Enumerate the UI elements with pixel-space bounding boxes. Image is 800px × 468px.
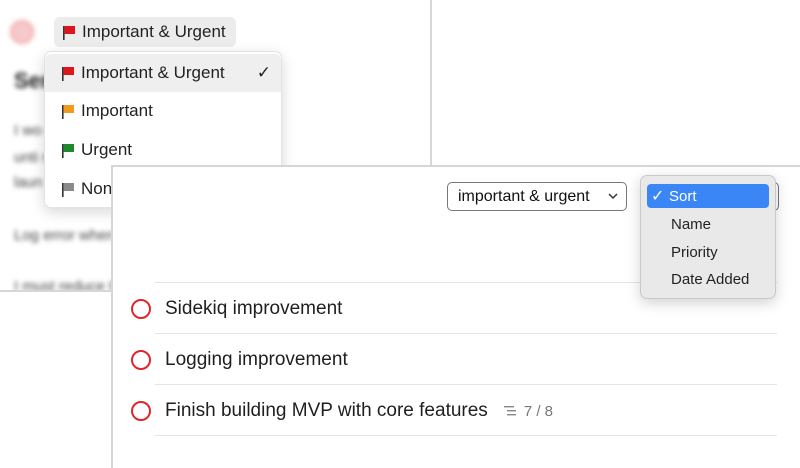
priority-option-urgent[interactable]: Urgent [45, 131, 281, 169]
sort-option-name[interactable]: Name [647, 212, 769, 236]
green-flag-icon [62, 143, 74, 158]
sort-option-label: Name [671, 215, 712, 233]
priority-option-important-urgent[interactable]: Important & Urgent ✓ [45, 54, 281, 92]
divider [155, 384, 777, 385]
subtask-count-label: 7 / 8 [523, 402, 553, 420]
task-row[interactable]: Finish building MVP with core features 7… [131, 395, 553, 427]
sort-option-label: Priority [671, 243, 718, 261]
task-complete-circle[interactable] [10, 20, 34, 44]
divider [155, 435, 777, 436]
sort-option-label: Date Added [671, 270, 750, 288]
divider [155, 333, 777, 334]
task-complete-circle[interactable] [131, 350, 151, 370]
gray-flag-icon [62, 182, 74, 197]
task-title: Sidekiq improvement [165, 298, 343, 319]
checkmark-icon: ✓ [651, 188, 665, 205]
task-complete-circle[interactable] [131, 299, 151, 319]
subtask-count: 7 / 8 [503, 402, 553, 420]
task-row[interactable]: Logging improvement [131, 344, 348, 376]
red-flag-icon [62, 66, 74, 81]
task-title: Logging improvement [165, 349, 348, 370]
sort-option-date-added[interactable]: Date Added [647, 267, 769, 291]
flag-icon [63, 25, 75, 40]
chevron-down-icon [608, 193, 618, 200]
priority-option-label: Important & Urgent [81, 63, 225, 82]
task-complete-circle[interactable] [131, 401, 151, 421]
task-title: Finish building MVP with core features [165, 400, 488, 421]
note-line: laun [14, 174, 43, 191]
priority-option-label: Urgent [81, 140, 133, 159]
task-row[interactable]: Sidekiq improvement [131, 293, 342, 325]
sort-option-priority[interactable]: Priority [647, 240, 769, 264]
checkmark-icon: ✓ [256, 63, 271, 82]
sort-option-sort[interactable]: ✓ Sort [647, 184, 769, 208]
subtasks-icon [503, 406, 516, 416]
priority-filter-value: important & urgent [458, 187, 590, 205]
priority-option-label: Important [81, 101, 153, 120]
sort-option-label: Sort [669, 187, 697, 205]
priority-filter-select[interactable]: important & urgent [447, 182, 627, 211]
sort-dropdown-menu: ✓ Sort Name Priority Date Added [640, 175, 776, 299]
priority-option-important[interactable]: Important [45, 92, 281, 130]
priority-button[interactable]: Important & Urgent [54, 17, 236, 47]
orange-flag-icon [62, 104, 74, 119]
priority-label: Important & Urgent [82, 22, 226, 41]
